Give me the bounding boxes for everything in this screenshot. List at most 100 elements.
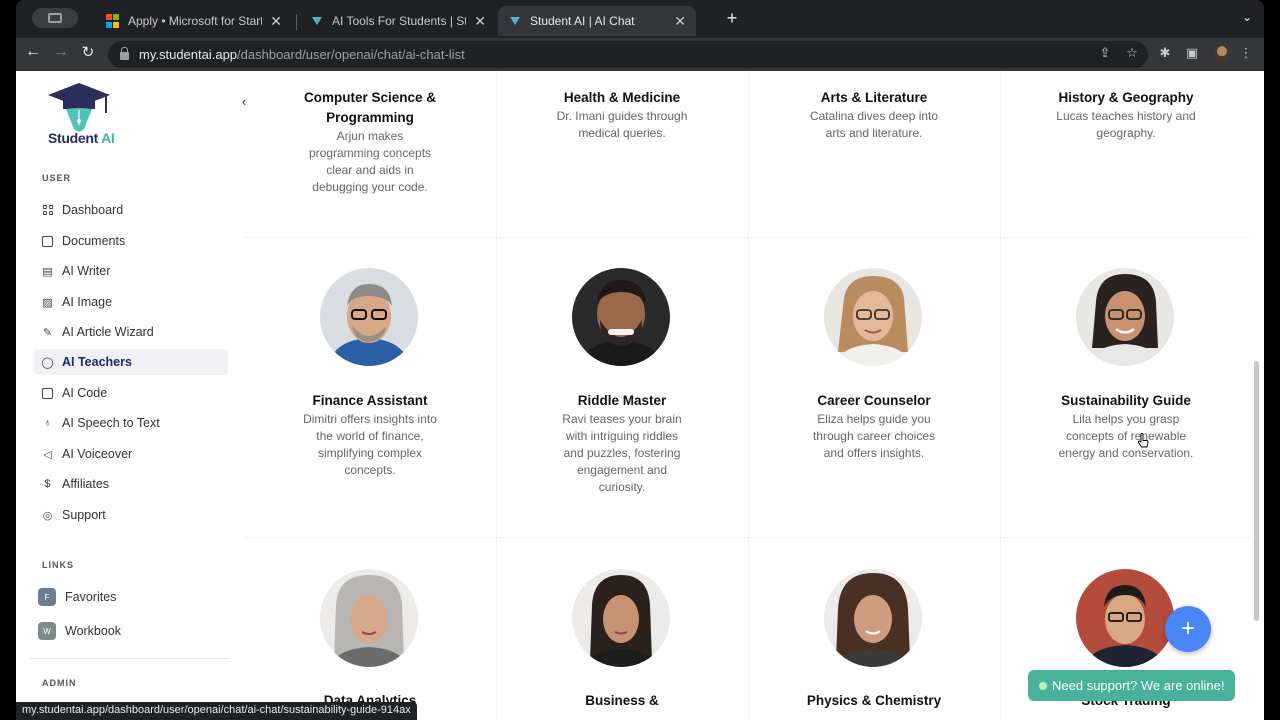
sidebar-item-ai-article-wizard[interactable]: ✎ AI Article Wizard <box>34 319 228 345</box>
teacher-portrait-image[interactable] <box>572 569 670 667</box>
teacher-card-description: Catalina dives deep into arts and litera… <box>809 109 939 140</box>
teacher-portrait-image[interactable] <box>824 569 922 667</box>
online-status-icon <box>1039 681 1047 690</box>
teacher-card[interactable]: Sustainability Guide Lila helps you gras… <box>1000 391 1252 462</box>
teacher-card-description: Eliza helps guide you through career cho… <box>812 412 936 460</box>
dollar-icon: $ <box>44 478 51 490</box>
tab-ai-tools[interactable]: AI Tools For Students | Studen ✕ <box>300 6 496 36</box>
status-bar-url: my.studentai.app/dashboard/user/openai/c… <box>16 702 417 720</box>
teacher-portrait-image[interactable] <box>320 268 418 366</box>
speaker-icon: ◁ <box>43 448 52 461</box>
link-label: Workbook <box>65 624 122 638</box>
teacher-card[interactable]: Computer Science & Programming Arjun mak… <box>244 88 496 196</box>
tab-search-button[interactable] <box>32 8 78 28</box>
teacher-portrait-image[interactable] <box>1076 268 1174 366</box>
sidebar-item-ai-writer[interactable]: ▤ AI Writer <box>34 258 228 284</box>
brand-name-student: Student <box>48 130 99 146</box>
teacher-portrait-image[interactable] <box>572 268 670 366</box>
teacher-card-title: Arts & Literature <box>820 90 928 105</box>
profile-avatar-icon[interactable] <box>1213 44 1231 62</box>
page-content: Student AI USER Dashboard Documents ▤ AI… <box>16 71 1264 720</box>
add-button[interactable]: + <box>1165 606 1211 652</box>
sidebar-item-label: AI Writer <box>62 264 111 278</box>
sidebar-item-label: AI Speech to Text <box>62 416 160 430</box>
brand-name-ai: AI <box>98 130 115 146</box>
browser-toolbar: ← → ↻ my.studentai.app/dashboard/user/op… <box>16 38 1264 71</box>
sidebar-item-label: AI Image <box>62 295 113 309</box>
sidepanel-icon[interactable]: ▣ <box>1183 45 1201 61</box>
teacher-card-description: Lila helps you grasp concepts of renewab… <box>1058 412 1194 460</box>
sidebar-item-affiliates[interactable]: $ Affiliates <box>34 471 228 497</box>
forward-arrow-icon[interactable]: → <box>50 43 72 61</box>
close-tab-icon[interactable]: ✕ <box>270 13 282 30</box>
teacher-card[interactable]: Health & Medicine Dr. Imani guides throu… <box>496 88 748 142</box>
share-icon[interactable]: ⇪ <box>1096 45 1114 61</box>
teacher-card[interactable]: History & Geography Lucas teaches histor… <box>1000 88 1252 142</box>
sidebar-divider <box>30 658 230 659</box>
star-icon[interactable]: ☆ <box>1123 45 1141 61</box>
grid-divider <box>244 237 1250 238</box>
teacher-card-description: Arjun makes programming concepts clear a… <box>308 129 432 194</box>
image-icon: ▨ <box>42 296 53 309</box>
chevron-down-icon[interactable]: ⌄ <box>1242 10 1252 24</box>
teacher-card-title: Career Counselor <box>817 393 931 408</box>
sidebar-item-support[interactable]: ◎ Support <box>34 502 228 528</box>
link-label: Favorites <box>65 590 117 604</box>
links-section-label: LINKS <box>42 560 74 570</box>
teacher-card[interactable]: Finance Assistant Dimitri offers insight… <box>244 391 496 479</box>
tab-microsoft-startups[interactable]: Apply • Microsoft for Startups ✕ <box>96 6 292 36</box>
ai-teachers-grid: Computer Science & Programming Arjun mak… <box>244 71 1250 720</box>
microphone-icon: ♁ <box>43 417 52 429</box>
support-chat-button[interactable]: Need support? We are online! <box>1028 670 1235 701</box>
teacher-card[interactable]: Business & <box>496 691 748 711</box>
studentai-favicon-icon <box>508 14 522 28</box>
teacher-portrait-image[interactable] <box>320 569 418 667</box>
user-section-label: USER <box>42 173 72 183</box>
teacher-card[interactable]: Career Counselor Eliza helps guide you t… <box>748 391 1000 462</box>
sidebar-item-ai-voiceover[interactable]: ◁ AI Voiceover <box>34 441 228 467</box>
support-label: Need support? We are online! <box>1052 678 1225 693</box>
teacher-card-title: Computer Science & Programming <box>303 90 437 125</box>
browser-tab-strip: Apply • Microsoft for Startups ✕ AI Tool… <box>16 0 1264 38</box>
tab-search-icon <box>48 13 62 23</box>
teacher-card-title: Business & <box>585 693 659 708</box>
teacher-card[interactable]: Physics & Chemistry <box>748 691 1000 711</box>
teacher-portrait-image[interactable] <box>824 268 922 366</box>
tab-student-ai-chat[interactable]: Student AI | AI Chat ✕ <box>498 6 696 36</box>
menu-dots-icon[interactable]: ⋮ <box>1237 45 1255 61</box>
sidebar-item-ai-speech-to-text[interactable]: ♁ AI Speech to Text <box>34 410 228 436</box>
teacher-card-title: Riddle Master <box>577 393 667 408</box>
teacher-card-title: Finance Assistant <box>312 393 428 408</box>
back-arrow-icon[interactable]: ← <box>22 43 44 61</box>
microsoft-logo-icon <box>106 14 120 28</box>
close-tab-icon[interactable]: ✕ <box>474 13 486 30</box>
extensions-icon[interactable]: ✱ <box>1156 45 1174 61</box>
teacher-card-title: Health & Medicine <box>563 90 681 105</box>
hand-cursor-icon <box>1137 433 1149 448</box>
link-workbook[interactable]: W Workbook <box>38 620 121 642</box>
address-bar[interactable]: my.studentai.app/dashboard/user/openai/c… <box>108 41 1148 68</box>
sidebar-item-ai-code[interactable]: AI Code <box>34 380 228 406</box>
sidebar-item-dashboard[interactable]: Dashboard <box>34 197 228 223</box>
chat-bubble-icon: ◯ <box>41 356 54 369</box>
student-ai-logo-icon[interactable] <box>44 79 114 159</box>
brand-name: Student AI <box>48 130 115 146</box>
teacher-portrait-image[interactable] <box>1076 569 1174 667</box>
sidebar-item-ai-image[interactable]: ▨ AI Image <box>34 289 228 315</box>
url-path: /dashboard/user/openai/chat/ai-chat-list <box>237 47 465 62</box>
admin-section-label: ADMIN <box>42 678 77 688</box>
sidebar-item-documents[interactable]: Documents <box>34 228 228 254</box>
studentai-favicon-icon <box>310 14 324 28</box>
link-favorites[interactable]: F Favorites <box>38 586 116 608</box>
reload-icon[interactable]: ↻ <box>77 43 99 61</box>
tab-title: AI Tools For Students | Studen <box>332 14 466 28</box>
page-scrollbar[interactable] <box>1254 361 1259 621</box>
close-tab-icon[interactable]: ✕ <box>674 13 686 30</box>
tab-title: Student AI | AI Chat <box>530 14 635 28</box>
new-tab-icon[interactable]: + <box>722 8 742 29</box>
sidebar-item-ai-teachers[interactable]: ◯ AI Teachers <box>34 349 228 375</box>
archive-icon <box>41 235 54 248</box>
teacher-card[interactable]: Arts & Literature Catalina dives deep in… <box>748 88 1000 142</box>
teacher-card[interactable]: Riddle Master Ravi teases your brain wit… <box>496 391 748 496</box>
grid-divider <box>244 537 1250 538</box>
